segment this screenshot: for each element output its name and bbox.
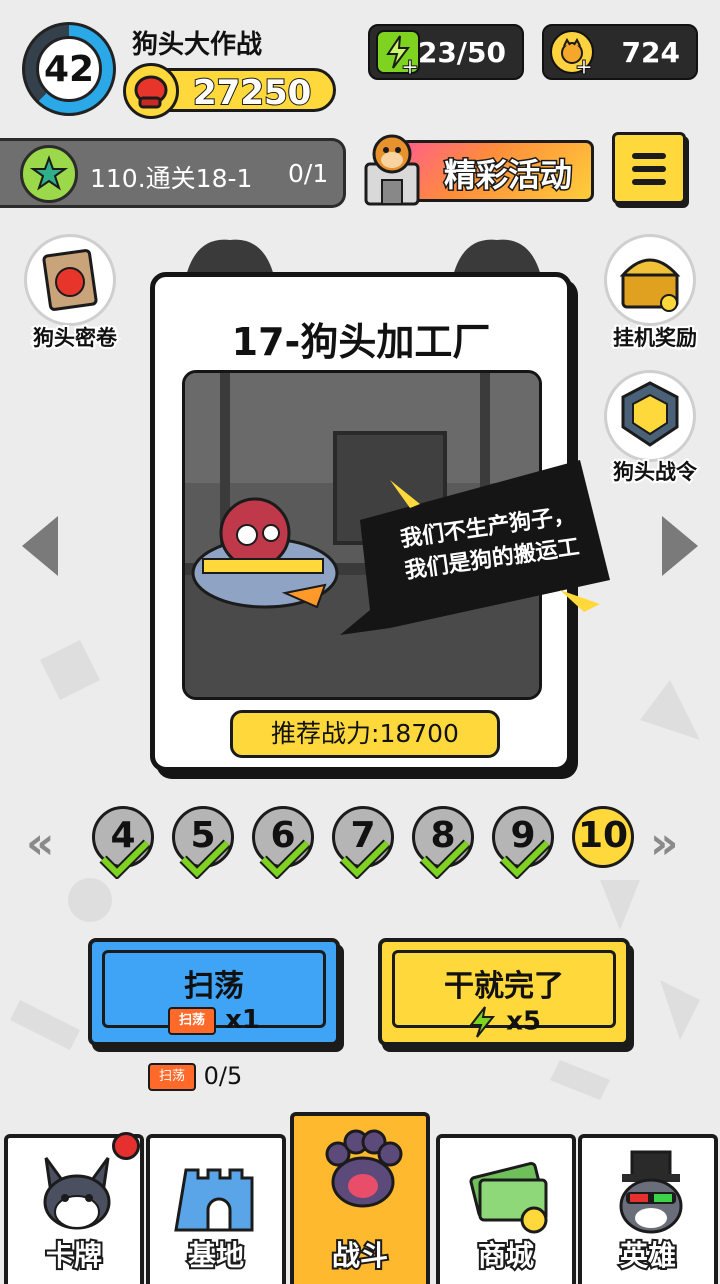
stage-6-button[interactable]: 6 [252,806,314,879]
battle-pass-icon [621,381,679,447]
stage-7-button[interactable]: 7 [332,806,394,879]
fight-button[interactable]: 干就完了 x5 [378,938,630,1046]
stage-9-button[interactable]: 9 [492,806,554,879]
checkmark-icon [499,839,551,879]
quest-progress: 0/1 [288,159,329,188]
notification-badge [112,1132,140,1160]
next-chapter-arrow[interactable] [662,516,698,576]
quest-bar[interactable]: 110.通关18-1 0/1 [0,138,346,208]
energy-resource[interactable]: + 23/50 [368,24,524,80]
stage-8-button[interactable]: 8 [412,806,474,879]
nav-tab-cards[interactable]: 卡牌 [4,1132,144,1284]
nav-label-base: 基地 [186,1237,246,1274]
stages-prev-button[interactable]: « [26,818,54,869]
speech-bubble: 我们不生产狗子， 我们是狗的搬运工 [330,460,620,640]
coins-resource[interactable]: + 724 [542,24,698,80]
stage-5-button[interactable]: 5 [172,806,234,879]
star-coin-icon [20,145,78,203]
boxing-glove-icon [123,63,179,119]
sweep-button[interactable]: 扫荡 扫荡 x1 [88,938,340,1046]
sweep-cost: x1 [225,1005,260,1035]
castle-icon [174,1168,254,1232]
paw-icon [325,1129,403,1208]
event-button[interactable]: 精彩活动 [360,128,596,208]
nav-tab-base[interactable]: 基地 [146,1134,286,1284]
checkmark-icon [339,839,391,879]
husky-icon [43,1157,111,1230]
nav-label-cards: 卡牌 [44,1237,104,1274]
stage-10-button[interactable]: 10 [572,806,634,868]
lightning-icon [468,1006,496,1038]
secret-scroll-icon [42,249,98,311]
hero-icon [619,1150,683,1234]
sweep-ticket-count: 0/5 [203,1062,243,1090]
menu-button[interactable] [612,132,686,204]
fight-cost: x5 [506,1006,541,1037]
bottom-nav: 卡牌 基地 战斗 商城 英雄 [0,1112,720,1284]
hamburger-icon [632,153,666,159]
combat-power-pill: 27250 [123,63,336,119]
nav-label-shop: 商城 [476,1237,536,1274]
energy-value: 23/50 [417,36,506,69]
monkey-shop-icon [364,134,420,206]
stages-next-button[interactable]: » [650,818,678,869]
recommended-power: 推荐战力:18700 [230,710,500,758]
nav-tab-shop[interactable]: 商城 [436,1134,576,1284]
combat-power-value: 27250 [192,72,312,114]
side-label-secret-scroll: 狗头密卷 [31,324,119,352]
sweep-ticket-icon: 扫荡 [148,1063,196,1091]
player-level: 42 [36,36,102,102]
fight-label: 干就完了 [444,969,564,1004]
event-label: 精彩活动 [442,155,573,196]
nav-tab-battle[interactable]: 战斗 [290,1112,430,1284]
nav-tab-heroes[interactable]: 英雄 [578,1134,718,1284]
checkmark-icon [259,839,311,879]
checkmark-icon [99,839,151,879]
stage-number: 10 [577,815,629,856]
money-icon [469,1161,548,1234]
secret-scroll-button[interactable] [24,234,116,326]
idle-reward-button[interactable] [604,234,696,326]
player-name: 狗头大作战 [132,30,263,60]
quest-text: 110.通关18-1 [90,164,253,193]
sweep-label: 扫荡 [184,969,244,1004]
stage-4-button[interactable]: 4 [92,806,154,879]
side-label-idle-reward: 挂机奖励 [611,324,699,352]
previous-chapter-arrow[interactable] [22,516,58,576]
nav-label-battle: 战斗 [330,1237,390,1274]
nav-label-heroes: 英雄 [618,1237,678,1274]
stage-title: 17-狗头加工厂 [231,320,491,364]
checkmark-icon [179,839,231,879]
plus-icon[interactable]: + [574,56,594,79]
coins-value: 724 [621,36,680,69]
sweep-ticket-inventory: 扫荡 0/5 [148,1062,242,1091]
sweep-ticket-icon: 扫荡 [168,1006,217,1035]
battle-pass-button[interactable] [604,370,696,462]
player-level-badge[interactable]: 42 [22,22,116,116]
checkmark-icon [419,839,471,879]
treasure-chest-icon [619,258,681,312]
